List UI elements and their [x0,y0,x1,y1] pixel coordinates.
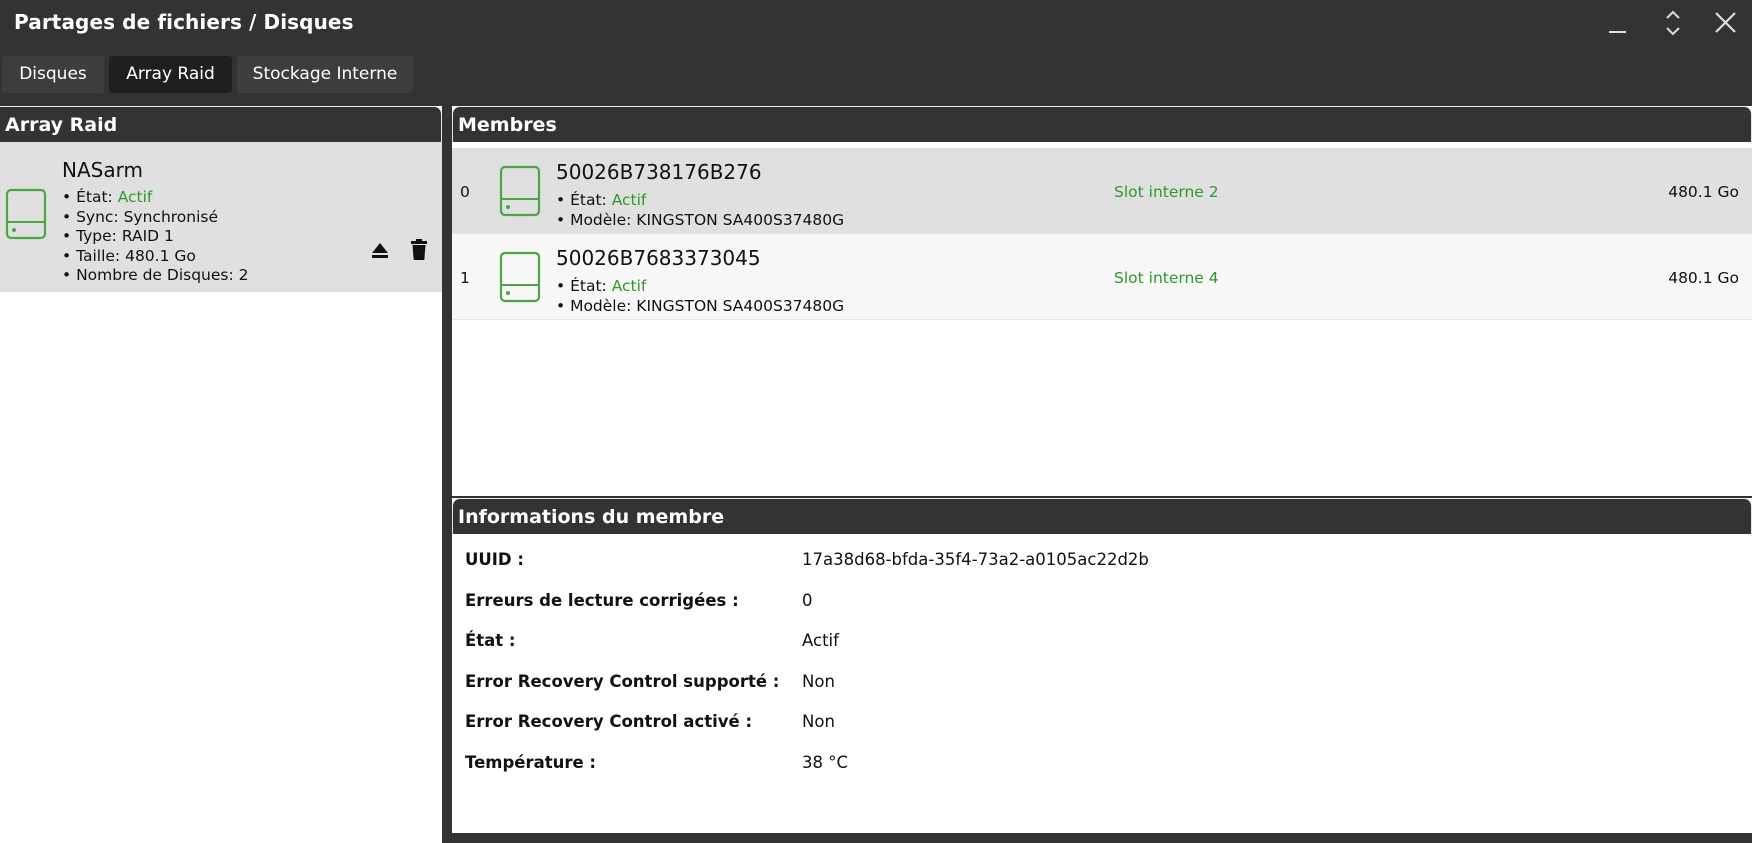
member-size: 480.1 Go [1668,183,1739,201]
member-size: 480.1 Go [1668,269,1739,287]
member-row[interactable]: 0 50026B738176B276 État: Actif Modèle: K… [452,148,1752,234]
array-state-value: Actif [117,188,153,206]
member-state-label: État: [570,277,607,295]
member-slot: Slot interne 2 [1114,183,1219,201]
panel-divider[interactable] [442,106,452,843]
chevrons-up-down-icon [1656,10,1690,46]
member-properties: État: Actif Modèle: KINGSTON SA400S37480… [556,190,844,230]
member-state-value: Actif [611,191,647,209]
array-raid-header: Array Raid [0,106,442,142]
member-state: État: Actif [556,276,844,296]
array-name: NASarm [62,158,143,182]
member-model: Modèle: KINGSTON SA400S37480G [556,210,844,230]
close-button[interactable] [1708,8,1742,42]
info-label: Error Recovery Control supporté : [465,671,780,691]
hard-drive-icon [499,165,541,217]
member-state-label: État: [570,191,607,209]
maximize-button[interactable] [1656,8,1690,42]
window-title: Partages de fichiers / Disques [14,10,354,34]
array-type: Type: RAID 1 [62,227,249,247]
array-sync: Sync: Synchronisé [62,208,249,228]
members-header: Membres [452,106,1752,142]
member-serial: 50026B738176B276 [556,160,762,184]
member-properties: État: Actif Modèle: KINGSTON SA400S37480… [556,276,844,316]
member-index: 1 [460,269,470,287]
info-value: Non [802,712,835,731]
eject-icon [369,243,391,266]
minimize-button[interactable] [1600,8,1634,42]
title-bar: Partages de fichiers / Disques [0,0,1752,50]
members-panel: Membres 0 50026B738176B276 État: Actif M… [452,106,1752,496]
info-value: 0 [802,590,813,610]
eject-button[interactable] [369,238,391,262]
info-label: Erreurs de lecture corrigées : [465,590,739,610]
member-slot: Slot interne 4 [1114,269,1219,287]
hard-drive-icon [5,188,47,240]
member-state: État: Actif [556,190,844,210]
member-info-header: Informations du membre [452,498,1752,534]
member-serial: 50026B7683373045 [556,246,761,270]
info-value: Actif [802,631,839,650]
tab-array-raid[interactable]: Array Raid [109,56,232,93]
delete-button[interactable] [408,238,430,262]
tab-disques[interactable]: Disques [2,56,104,93]
array-disk-count: Nombre de Disques: 2 [62,266,248,286]
info-value: 17a38d68-bfda-35f4-73a2-a0105ac22d2b [802,550,1149,569]
member-info-panel: Informations du membre UUID : 17a38d68-b… [452,498,1752,833]
tab-stockage-interne[interactable]: Stockage Interne [237,56,413,93]
member-row[interactable]: 1 50026B7683373045 État: Actif Modèle: K… [452,234,1752,320]
info-value: 38 °C [802,752,849,772]
array-state: État: Actif [62,188,249,208]
member-state-value: Actif [611,277,647,295]
hard-drive-icon [499,251,541,303]
minimize-icon [1600,27,1634,46]
info-label: Température : [465,752,597,772]
array-state-label: État: [76,188,113,206]
member-model: Modèle: KINGSTON SA400S37480G [556,296,844,316]
array-size: Taille: 480.1 Go [62,247,249,267]
array-list-item[interactable]: NASarm État: Actif Sync: Synchronisé Typ… [0,142,442,292]
trash-icon [408,239,430,266]
member-index: 0 [460,183,470,201]
info-label: UUID : [465,550,524,569]
array-properties: État: Actif Sync: Synchronisé Type: RAID… [62,188,249,286]
info-label: État : [465,631,516,650]
close-icon [1708,12,1742,46]
array-raid-panel: Array Raid NASarm État: Actif Sync: Sync… [0,106,442,843]
info-value: Non [802,671,835,691]
info-label: Error Recovery Control activé : [465,712,753,731]
